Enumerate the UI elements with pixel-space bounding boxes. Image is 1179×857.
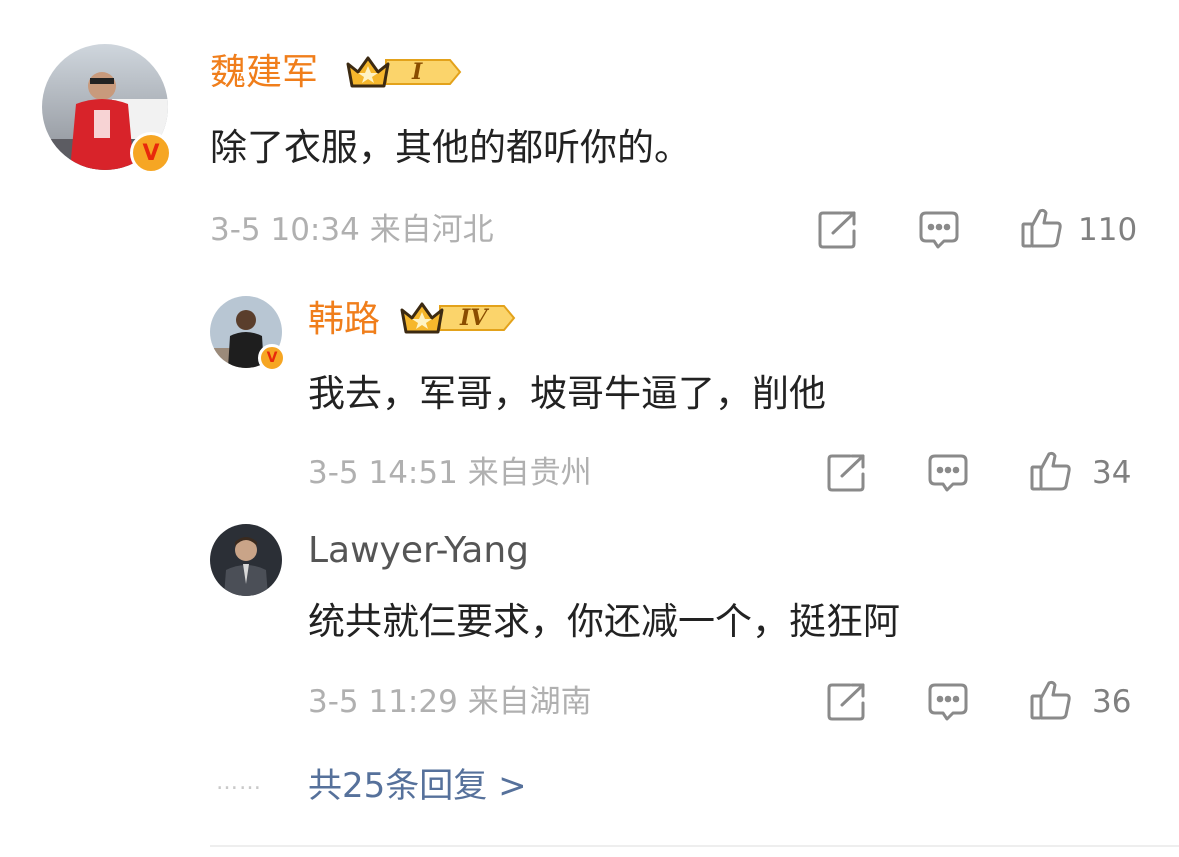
like-count: 34 — [1092, 455, 1132, 491]
verified-icon: V — [258, 344, 286, 372]
comment-timestamp: 3-5 10:34 来自河北 — [210, 212, 494, 248]
like-icon[interactable] — [1029, 678, 1073, 722]
reply-text: 统共就仨要求，你还减一个，挺狂阿 — [308, 600, 900, 643]
comment-icon[interactable] — [918, 209, 960, 251]
reply-timestamp: 3-5 11:29 来自湖南 — [308, 684, 592, 720]
share-icon[interactable] — [826, 681, 868, 723]
comment-icon[interactable] — [927, 452, 969, 494]
reply-author-name[interactable]: 韩路 — [308, 300, 380, 340]
like-count: 110 — [1078, 212, 1138, 248]
share-icon[interactable] — [817, 209, 859, 251]
verified-icon: V — [130, 132, 172, 174]
level-badge-text: I — [412, 59, 423, 85]
crown-icon — [346, 52, 462, 92]
view-more-replies-link[interactable]: 共25条回复 > — [308, 766, 527, 806]
level-badge-text: IV — [460, 305, 488, 331]
like-icon[interactable] — [1029, 449, 1073, 493]
divider — [210, 845, 1179, 847]
comment-icon[interactable] — [927, 681, 969, 723]
reply-author-name[interactable]: Lawyer-Yang — [308, 531, 529, 571]
reply-text: 我去，军哥，坡哥牛逼了，削他 — [308, 372, 826, 415]
like-count: 36 — [1092, 684, 1132, 720]
like-icon[interactable] — [1020, 206, 1064, 250]
separator-dots: …… — [216, 770, 262, 795]
share-icon[interactable] — [826, 452, 868, 494]
reply-timestamp: 3-5 14:51 来自贵州 — [308, 455, 592, 491]
comment-author-name[interactable]: 魏建军 — [210, 53, 318, 93]
comment-text: 除了衣服，其他的都听你的。 — [210, 126, 691, 169]
avatar[interactable] — [210, 524, 282, 596]
crown-icon — [400, 298, 516, 338]
